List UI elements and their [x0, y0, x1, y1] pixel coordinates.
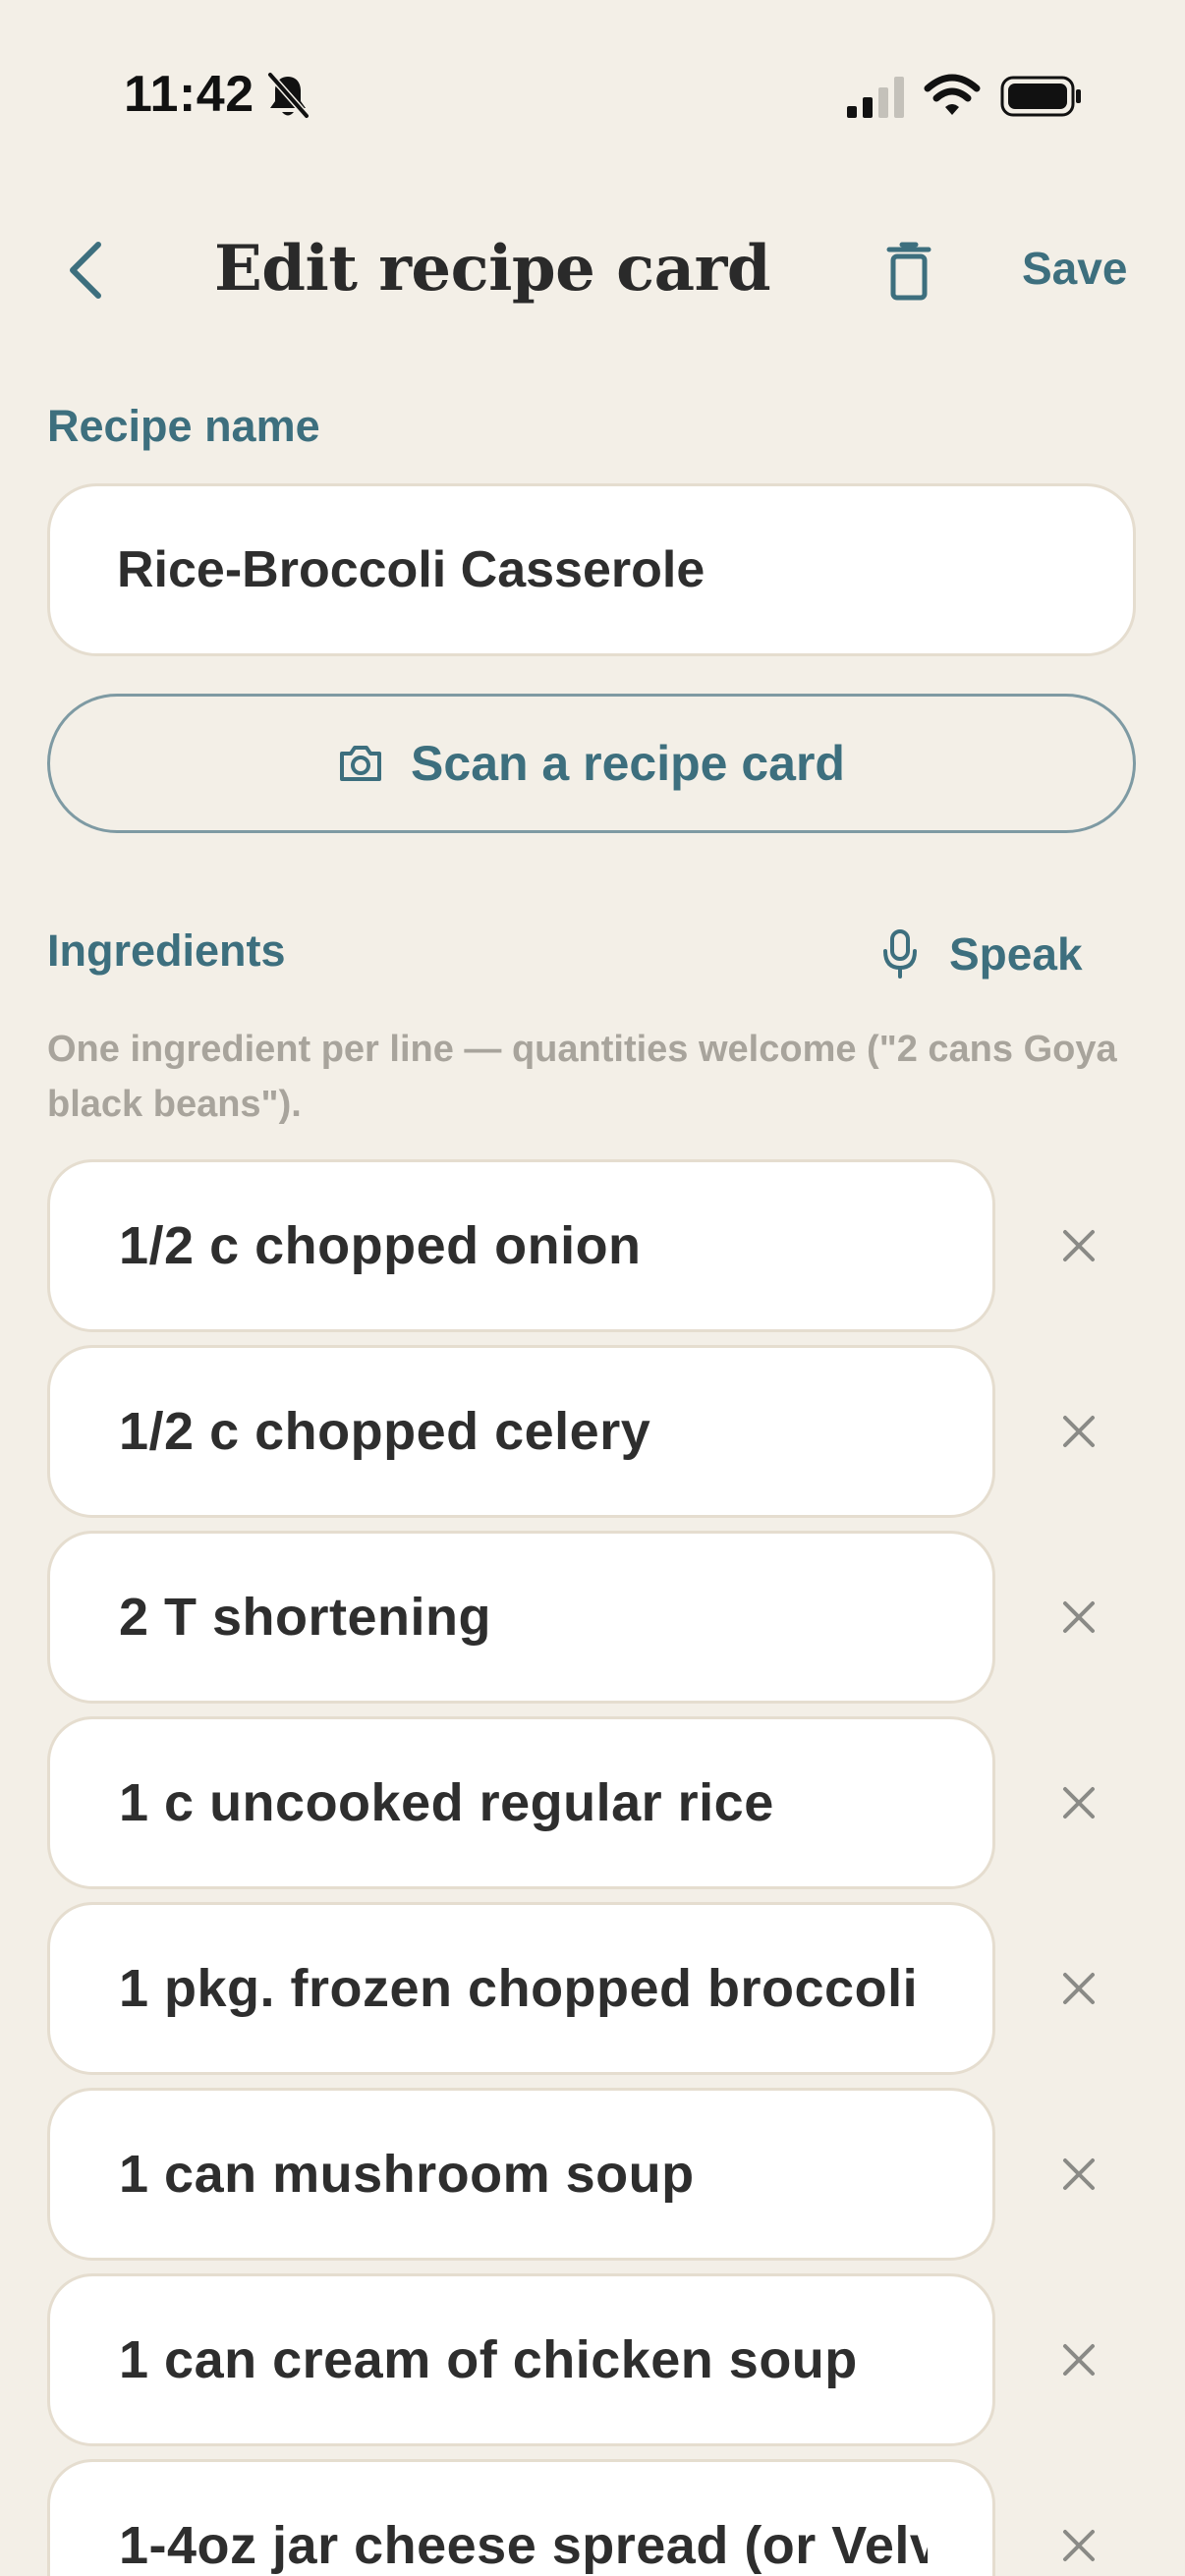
remove-ingredient-button[interactable] [1040, 1764, 1118, 1842]
close-icon [1063, 1973, 1095, 2004]
bell-slash-icon [267, 72, 310, 119]
remove-ingredient-button[interactable] [1040, 1949, 1118, 2028]
ingredient-row: 1 c uncooked regular rice [47, 1716, 1157, 1889]
remove-ingredient-button[interactable] [1040, 2321, 1118, 2399]
ingredient-text: 1 c uncooked regular rice [119, 1773, 774, 1832]
ingredient-input[interactable]: 1-4oz jar cheese spread (or Velveeta) [47, 2459, 995, 2576]
remove-ingredient-button[interactable] [1040, 1392, 1118, 1471]
ingredients-label: Ingredients [47, 925, 286, 976]
chevron-left-icon [70, 242, 101, 299]
remove-ingredient-button[interactable] [1040, 1578, 1118, 1656]
ingredient-input[interactable]: 1/2 c chopped celery [47, 1345, 995, 1518]
close-icon [1063, 1601, 1095, 1633]
remove-ingredient-button[interactable] [1040, 2506, 1118, 2576]
close-icon [1063, 1416, 1095, 1447]
ingredient-text: 2 T shortening [119, 1588, 492, 1647]
ingredient-row: 1 can cream of chicken soup [47, 2273, 1157, 2446]
ingredient-text: 1-4oz jar cheese spread (or Velveeta) [119, 2516, 928, 2575]
recipe-name-label: Recipe name [47, 401, 320, 451]
close-icon [1063, 1230, 1095, 1261]
page-title: Edit recipe card [214, 232, 771, 306]
trash-icon [886, 242, 931, 301]
ingredient-input[interactable]: 1 can cream of chicken soup [47, 2273, 995, 2446]
save-button[interactable]: Save [1022, 242, 1127, 295]
scan-button-label: Scan a recipe card [411, 736, 845, 791]
ingredient-input[interactable]: 1 pkg. frozen chopped broccoli [47, 1902, 995, 2075]
ingredient-text: 1 pkg. frozen chopped broccoli [119, 1959, 919, 2018]
status-time: 11:42 [124, 66, 254, 123]
ingredient-row: 2 T shortening [47, 1531, 1157, 1704]
delete-button[interactable] [876, 234, 941, 308]
ingredient-input[interactable]: 1 can mushroom soup [47, 2088, 995, 2261]
wifi-icon [924, 74, 981, 115]
edit-recipe-screen: 11:42 Edit recipe card Save Recipe name … [0, 0, 1185, 2576]
back-button[interactable] [51, 226, 120, 314]
remove-ingredient-button[interactable] [1040, 2135, 1118, 2213]
ingredient-input[interactable]: 1 c uncooked regular rice [47, 1716, 995, 1889]
camera-icon [340, 746, 382, 781]
battery-icon [1000, 76, 1081, 117]
ingredient-text: 1 can cream of chicken soup [119, 2330, 858, 2389]
ingredient-row: 1 pkg. frozen chopped broccoli [47, 1902, 1157, 2075]
ingredient-text: 1/2 c chopped celery [119, 1402, 651, 1461]
recipe-name-input[interactable]: Rice-Broccoli Casserole [47, 483, 1136, 656]
ingredients-hint: One ingredient per line — quantities wel… [47, 1029, 1117, 1125]
ingredient-text: 1/2 c chopped onion [119, 1216, 642, 1275]
close-icon [1063, 2158, 1095, 2190]
scan-recipe-card-button[interactable]: Scan a recipe card [47, 694, 1136, 833]
close-icon [1063, 2344, 1095, 2376]
header: Edit recipe card Save [0, 206, 1185, 334]
ingredient-text: 1 can mushroom soup [119, 2145, 695, 2204]
status-bar: 11:42 [0, 0, 1185, 192]
ingredient-row: 1/2 c chopped onion [47, 1159, 1157, 1332]
ingredient-row: 1 can mushroom soup [47, 2088, 1157, 2261]
remove-ingredient-button[interactable] [1040, 1206, 1118, 1285]
ingredient-row: 1/2 c chopped celery [47, 1345, 1157, 1518]
ingredient-input[interactable]: 2 T shortening [47, 1531, 995, 1704]
ingredient-input[interactable]: 1/2 c chopped onion [47, 1159, 995, 1332]
microphone-icon [883, 929, 917, 979]
ingredient-row: 1-4oz jar cheese spread (or Velveeta) [47, 2459, 1157, 2576]
speak-button[interactable]: Speak [880, 920, 1083, 988]
speak-button-label: Speak [949, 928, 1083, 980]
close-icon [1063, 2530, 1095, 2561]
cellular-signal-icon [847, 77, 904, 118]
close-icon [1063, 1787, 1095, 1819]
